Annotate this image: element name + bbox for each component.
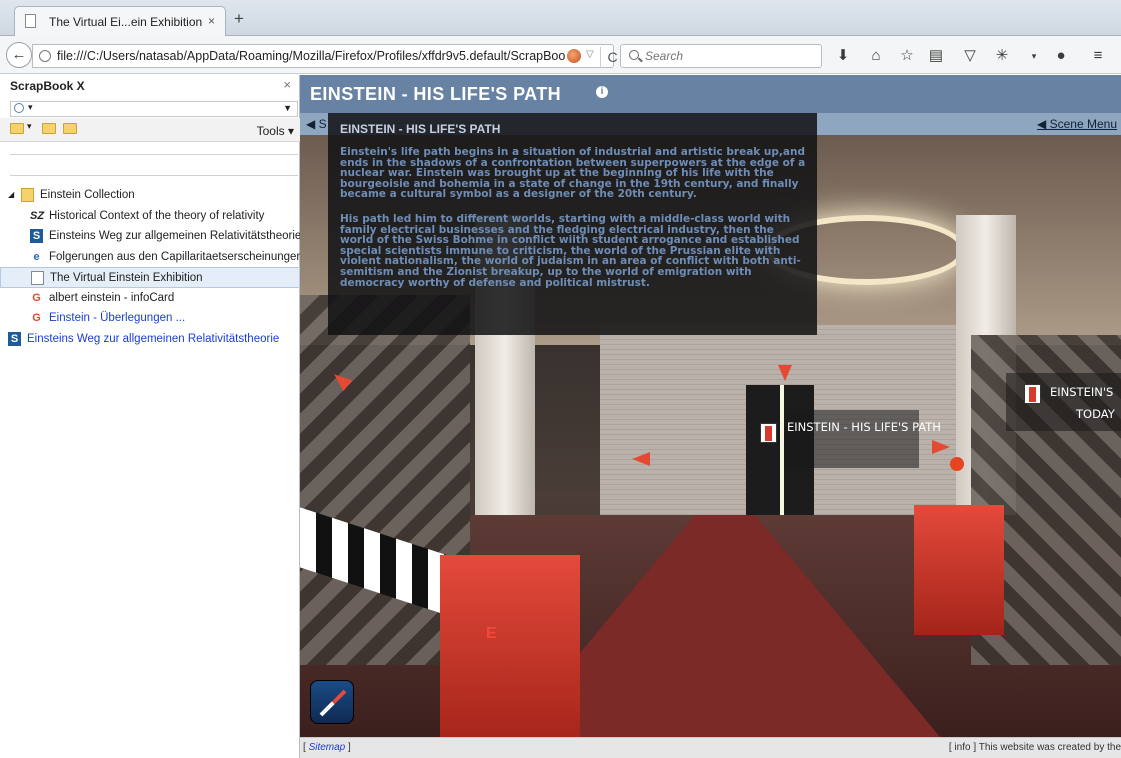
sz-icon: SZ <box>30 209 45 222</box>
hotspot-life-path-label: EINSTEIN - HIS LIFE'S PATH <box>787 420 941 434</box>
arrow-left-icon[interactable] <box>632 452 650 466</box>
door-icon <box>760 423 777 443</box>
tree-item-label: Einstein - Überlegungen ... <box>49 312 186 324</box>
globe-icon <box>39 50 51 62</box>
back-button[interactable]: ← <box>6 42 32 68</box>
scrapbook-tree: ◢ Einstein Collection SZ Historical Context… <box>0 185 303 350</box>
red-e-sculpture-left <box>440 555 580 745</box>
compass-needle <box>319 689 347 717</box>
tab-close-icon[interactable]: × <box>208 14 215 28</box>
hotspot-einstein-today[interactable]: EINSTEIN'S TODAY <box>1006 373 1121 431</box>
e-icon: e <box>33 250 40 263</box>
tools-menu-button[interactable]: Tools ▾ <box>257 124 294 138</box>
google-icon: G <box>32 312 41 324</box>
home-icon[interactable]: ⌂ <box>866 46 886 66</box>
new-tab-button[interactable]: + <box>234 9 244 29</box>
divider <box>10 175 298 176</box>
tree-item-label: Einstein Collection <box>40 189 135 201</box>
tree-item[interactable]: ◢ Einstein Collection <box>0 185 300 206</box>
sidebar-search-input[interactable]: ▾ ▼ <box>10 101 298 117</box>
tree-item-label: albert einstein - infoCard <box>49 291 175 304</box>
tree-item[interactable]: e Folgerungen aus den Capillaritaetsersch… <box>0 247 303 268</box>
search-icon <box>629 50 639 60</box>
sidebar-header: ScrapBook X × <box>0 75 299 95</box>
search-input[interactable] <box>645 48 815 64</box>
tree-item[interactable]: SZ Historical Context of the theory of re… <box>0 206 300 227</box>
sidebar-toolbar: ▾ Tools ▾ <box>0 118 300 142</box>
addon-icon[interactable] <box>567 49 581 63</box>
new-folder-dropdown-icon[interactable]: ▾ <box>27 121 32 132</box>
footer-credit: [ info ] This website was created by the <box>948 742 1121 753</box>
hotspot-today-label-2: TODAY <box>1076 407 1115 421</box>
tab-title: The Virtual Ei...ein Exhibition <box>49 15 203 29</box>
menu-icon[interactable]: ≡ <box>1088 46 1108 66</box>
tools-label: Tools <box>256 124 285 138</box>
divider <box>10 154 298 155</box>
hotspot-dot[interactable] <box>950 457 964 471</box>
expand-triangle-icon[interactable]: ◢ <box>8 185 14 205</box>
extension-icon[interactable]: ✳ <box>992 46 1012 66</box>
sidebar-title: ScrapBook X <box>10 79 85 93</box>
sitemap-link[interactable]: [ Sitemap ] <box>303 742 351 753</box>
reading-list-icon[interactable]: ▤ <box>926 46 946 66</box>
navigation-bar: ← file:///C:/Users/natasab/AppData/Roami… <box>0 36 1121 74</box>
scrapbook-sidebar: ScrapBook X × ▾ ▼ ▾ Tools ▾ ◢ Einstein Co… <box>0 75 303 758</box>
tree-item-label: Einsteins Weg zur allgemeinen Relativitä… <box>27 332 280 345</box>
red-e-sculpture-right <box>914 505 1004 635</box>
overlay-title: EINSTEIN - HIS LIFE'S PATH <box>340 122 501 136</box>
exhibition-header: EINSTEIN - HIS LIFE'S PATH i <box>300 75 1121 113</box>
arrow-right-icon[interactable] <box>932 440 950 454</box>
page-title: EINSTEIN - HIS LIFE'S PATH <box>310 84 562 104</box>
sidebar-close-icon[interactable]: × <box>283 77 291 92</box>
door-icon <box>1024 384 1041 404</box>
star-icon[interactable]: ☆ <box>897 46 917 66</box>
tree-item-label: The Virtual Einstein Exhibition <box>50 272 203 284</box>
url-dropdown-icon[interactable]: ▽ <box>586 49 594 60</box>
new-folder-icon[interactable] <box>10 123 24 134</box>
overlay-paragraph-1: Einstein's life path begins in a situati… <box>340 146 806 201</box>
tree-item-label: Historical Context of the theory of rela… <box>49 209 265 222</box>
search-box[interactable] <box>620 44 822 68</box>
browser-tab[interactable]: The Virtual Ei...ein Exhibition × <box>14 6 226 36</box>
s-icon: S <box>30 229 43 243</box>
description-overlay: EINSTEIN - HIS LIFE'S PATH Einstein's li… <box>328 113 817 335</box>
arrow-forward-icon[interactable] <box>778 365 792 381</box>
search-mode-dropdown-icon[interactable]: ▾ <box>28 102 33 113</box>
tree-item[interactable]: S Einsteins Weg zur allgemeinen Relativit… <box>0 329 300 350</box>
tree-item-label: Einsteins Weg zur allgemeinen Relativitä… <box>49 230 302 242</box>
google-icon: G <box>32 291 41 304</box>
tree-item[interactable]: Galbert einstein - infoCard <box>0 288 300 309</box>
search-icon <box>14 103 24 113</box>
s-icon: S <box>8 331 21 346</box>
chat-icon[interactable]: ● <box>1051 46 1071 66</box>
tab-strip: The Virtual Ei...ein Exhibition × + <box>0 0 1121 36</box>
hotspot-life-path[interactable]: EINSTEIN - HIS LIFE'S PATH <box>760 410 941 468</box>
hotspot-today-label-1: EINSTEIN'S <box>1050 385 1114 399</box>
extension-dropdown-icon[interactable]: ▾ <box>1024 46 1044 66</box>
open-folder-icon[interactable] <box>42 123 56 134</box>
tree-item-label: Folgerungen aus den Capillaritaetsersche… <box>49 250 303 263</box>
pocket-icon[interactable]: ▽ <box>960 46 980 66</box>
page-icon <box>25 14 36 28</box>
info-icon[interactable]: i <box>596 86 608 98</box>
manage-folder-icon[interactable] <box>63 123 77 134</box>
url-bar[interactable]: file:///C:/Users/natasab/AppData/Roaming… <box>32 44 618 68</box>
url-text[interactable]: file:///C:/Users/natasab/AppData/Roaming… <box>57 49 565 63</box>
download-icon[interactable]: ⬇ <box>833 46 853 66</box>
tree-item[interactable]: G Einstein - Überlegungen ... <box>0 308 300 329</box>
overlay-paragraph-2: His path led him to different worlds, st… <box>340 213 801 289</box>
tree-item[interactable]: S Einsteins Weg zur allgemeinen Relativit… <box>0 226 302 247</box>
scene-back-link[interactable]: ◀ S <box>306 117 327 131</box>
sculpture-letter: E <box>486 625 497 642</box>
scene-menu-link[interactable]: ◀ Scene Menu <box>1037 117 1117 131</box>
tree-item[interactable]: The Virtual Einstein Exhibition <box>0 267 300 288</box>
page-icon <box>31 271 44 285</box>
compass-icon[interactable] <box>310 680 354 724</box>
folder-icon <box>21 188 34 202</box>
sitemap-label: Sitemap <box>308 742 346 753</box>
search-history-dropdown-icon[interactable]: ▼ <box>283 103 292 113</box>
exhibition-footer: [ Sitemap ] [ info ] This website was cr… <box>300 737 1121 758</box>
exhibition-viewport: EINSTEIN - HIS LIFE'S PATH i ◀ S ◀ Scene… <box>300 75 1121 758</box>
